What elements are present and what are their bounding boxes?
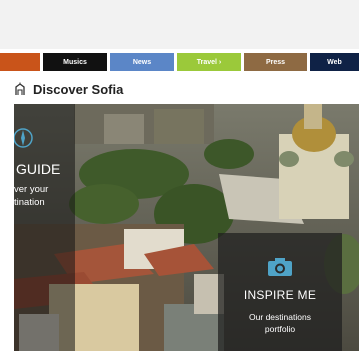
inspire-line2: portfolio bbox=[264, 324, 296, 334]
guide-line2: tination bbox=[14, 197, 45, 208]
guide-title: GUIDE bbox=[16, 161, 61, 177]
camera-icon bbox=[268, 258, 292, 276]
hero-banner: GUIDE ver your tination INSPIRE ME Our d… bbox=[14, 104, 359, 351]
nav-tab-web[interactable]: Web bbox=[310, 53, 359, 71]
inspire-line1: Our destinations bbox=[249, 312, 311, 322]
inspire-title: INSPIRE ME bbox=[243, 288, 317, 302]
nav-tab-musics[interactable]: Musics bbox=[43, 53, 107, 71]
nav-tab-travel[interactable]: Travel › bbox=[177, 53, 241, 71]
building-icon bbox=[15, 82, 25, 95]
page-title: Discover Sofia bbox=[33, 82, 124, 97]
inspire-panel[interactable]: INSPIRE ME Our destinations portfolio bbox=[218, 233, 342, 351]
nav-tab-partial[interactable] bbox=[0, 53, 40, 71]
guide-panel[interactable]: GUIDE ver your tination bbox=[14, 104, 75, 351]
compass-icon bbox=[14, 128, 33, 148]
nav-tab-press[interactable]: Press bbox=[244, 53, 307, 71]
category-nav: Musics News Travel › Press Web bbox=[0, 53, 359, 71]
guide-line1: ver your bbox=[14, 184, 49, 195]
nav-tab-news[interactable]: News bbox=[110, 53, 174, 71]
header-bar bbox=[0, 0, 359, 49]
title-row: Discover Sofia bbox=[0, 78, 359, 100]
